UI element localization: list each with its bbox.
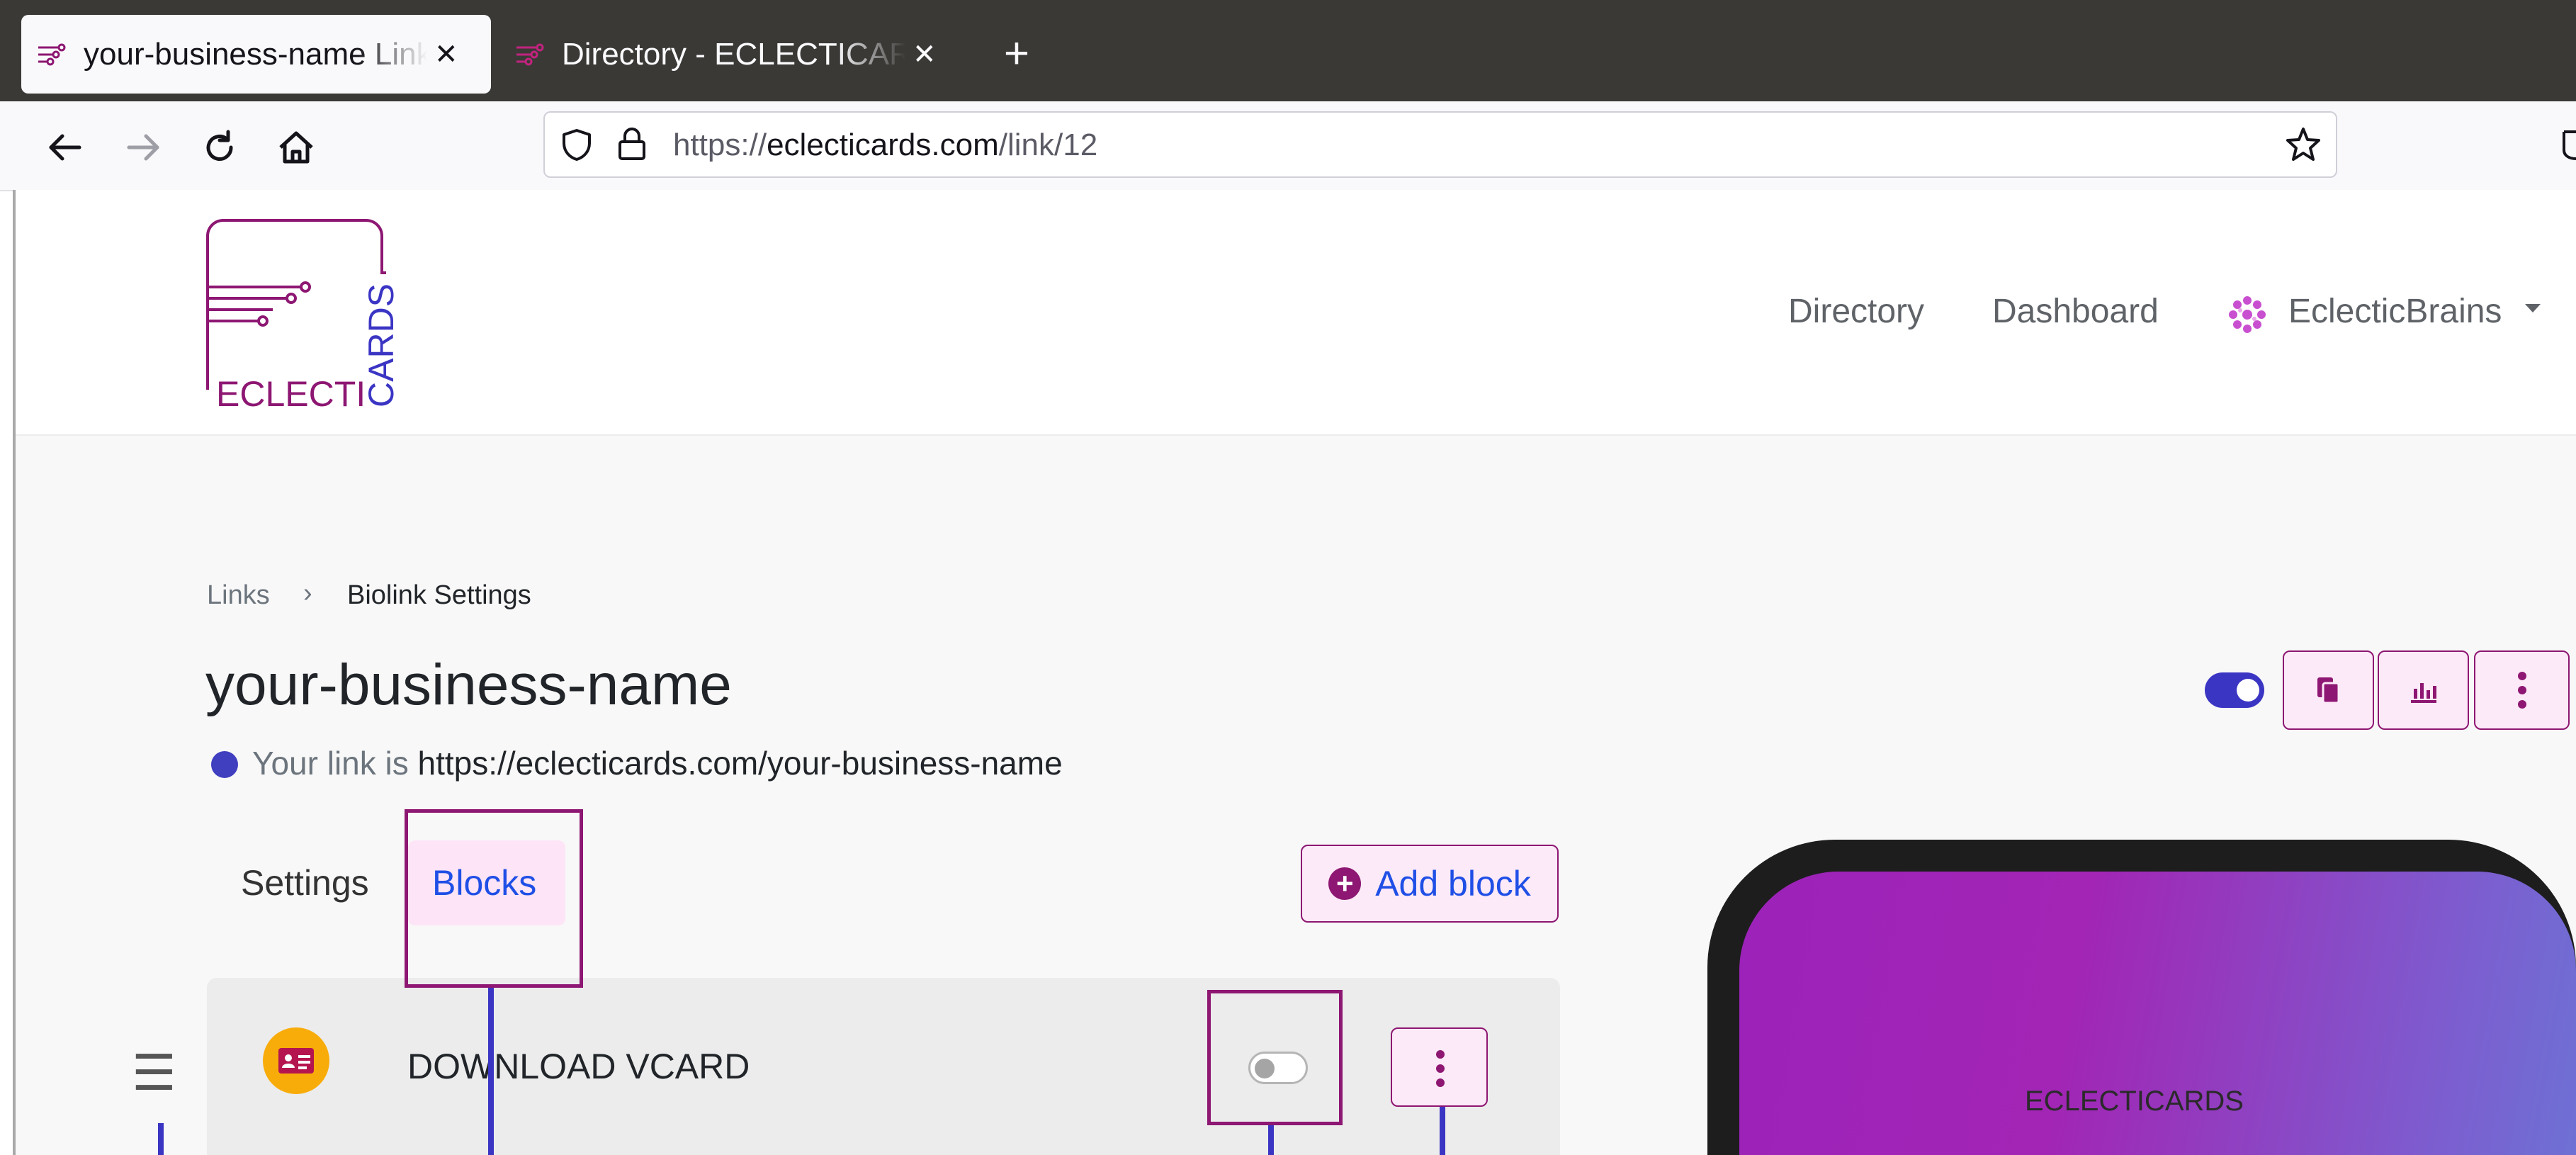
account-menu-link[interactable]: EclecticBrains <box>2288 292 2502 331</box>
link-info: Your link is https://eclecticards.com/yo… <box>252 744 1063 782</box>
toggle-knob <box>2237 679 2259 702</box>
copy-link-button[interactable] <box>2283 650 2374 730</box>
eclecticards-logo[interactable]: ECLECTI CARDS <box>202 216 400 411</box>
more-vertical-icon <box>1433 1047 1447 1090</box>
url-text[interactable]: https://eclecticards.com/link/12 <box>673 128 1097 163</box>
add-block-label: Add block <box>1375 864 1531 903</box>
breadcrumb-links[interactable]: Links <box>207 580 270 611</box>
tab-title: Directory - ECLECTICARDS <box>562 36 905 72</box>
link-enabled-toggle[interactable] <box>2205 672 2264 708</box>
bar-chart-icon <box>2410 683 2436 703</box>
annotation-box-blocks-tab <box>405 809 583 988</box>
logo-text-eclecti: ECLECTI <box>216 374 366 411</box>
close-icon[interactable]: ✕ <box>913 38 937 71</box>
more-vertical-icon <box>2515 669 2529 711</box>
statistics-button[interactable] <box>2378 650 2469 730</box>
page-title: your-business-name <box>205 653 732 717</box>
site-favicon-icon <box>516 43 544 65</box>
annotation-line <box>488 988 494 1155</box>
copy-icon <box>2317 677 2339 704</box>
breadcrumb-current: Biolink Settings <box>347 580 531 610</box>
block-options-button[interactable] <box>1391 1027 1488 1107</box>
reload-icon[interactable] <box>198 126 241 169</box>
tab-your-business-name[interactable]: your-business-name Link ✕ <box>21 15 491 94</box>
tab-settings[interactable]: Settings <box>241 862 369 903</box>
close-icon[interactable]: ✕ <box>434 38 458 71</box>
new-tab-button[interactable]: + <box>992 32 1041 81</box>
link-url[interactable]: https://eclecticards.com/your-business-n… <box>418 745 1063 782</box>
block-name[interactable]: DOWNLOAD VCARD <box>407 1046 750 1087</box>
account-avatar-icon[interactable] <box>2225 292 2270 337</box>
plus-circle-icon: + <box>1328 867 1362 900</box>
drag-handle-icon[interactable]: ☰ <box>132 1044 176 1102</box>
logo-text-cards: CARDS <box>361 283 400 407</box>
add-block-button[interactable]: + Add block <box>1301 845 1559 923</box>
home-icon[interactable] <box>275 126 317 169</box>
more-options-button[interactable] <box>2474 650 2570 730</box>
vcard-icon <box>263 1027 329 1094</box>
annotation-box-block-toggle <box>1207 990 1343 1125</box>
tab-directory[interactable]: Directory - ECLECTICARDS ✕ <box>499 15 967 94</box>
forward-arrow-icon[interactable] <box>122 126 164 169</box>
extension-icon[interactable] <box>2561 129 2576 160</box>
back-arrow-icon[interactable] <box>44 126 86 169</box>
link-prefix: Your link is <box>252 745 409 782</box>
caret-down-icon[interactable] <box>2524 302 2542 315</box>
nav-directory-link[interactable]: Directory <box>1788 292 1924 331</box>
link-status-dot <box>211 751 238 778</box>
shield-icon[interactable] <box>560 128 594 162</box>
lock-icon[interactable] <box>616 126 648 162</box>
annotation-line <box>158 1123 164 1155</box>
phone-preview-brand: ECLECTICARDS <box>2025 1086 2244 1117</box>
breadcrumb-separator: › <box>303 578 312 608</box>
nav-dashboard-link[interactable]: Dashboard <box>1992 292 2159 331</box>
bookmark-star-icon[interactable] <box>2285 126 2322 163</box>
annotation-line <box>1268 1125 1274 1155</box>
annotation-line <box>1440 1107 1445 1155</box>
tab-title: your-business-name Link <box>84 36 427 72</box>
site-favicon-icon <box>38 43 66 65</box>
